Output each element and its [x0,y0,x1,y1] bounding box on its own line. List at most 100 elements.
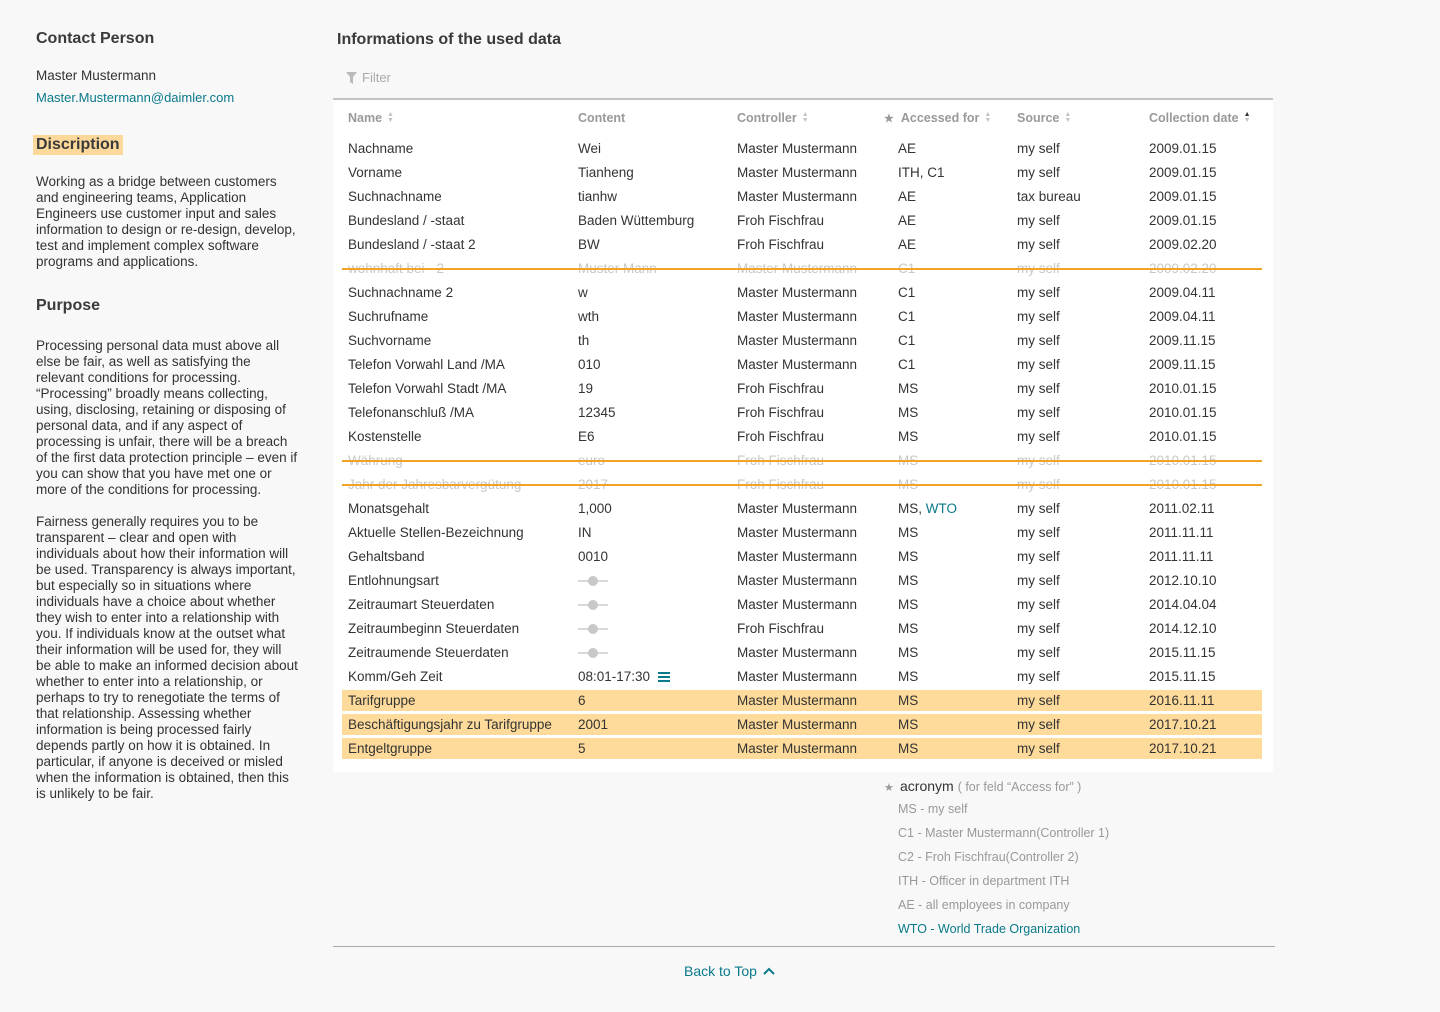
cell-content-text: 08:01-17:30 [578,669,651,684]
table-row[interactable]: Zeitraumende Steuerdaten Master Musterman… [333,641,1273,665]
column-header-source[interactable]: Source ▲ ▼ [1017,111,1071,125]
acronym-link[interactable]: WTO [926,501,957,516]
cell-content: 6 [578,693,586,708]
cell-collection-date: 2011.11.11 [1149,549,1214,564]
cell-name: Monatsgehalt [348,501,430,516]
cell-content [578,645,608,660]
cell-content-text: Wei [578,141,602,156]
table-row[interactable]: Bundesland / -staat Baden Wüttemburg Froh … [333,209,1273,233]
cell-collection-date: 2010.01.15 [1149,453,1217,468]
column-header-collection-date[interactable]: Collection date ▲ ▼ [1149,111,1251,125]
column-header-controller[interactable]: Controller ▲ ▼ [737,111,809,125]
cell-accessed-for: AE [898,237,916,252]
cell-content-text: Muster Mann [578,261,657,276]
cell-accessed-for: C1 [898,309,915,324]
table-row[interactable]: Nachname Wei Master Mustermann AE my self 200… [333,137,1273,161]
cell-collection-date: 2009.01.15 [1149,141,1217,156]
table-row[interactable]: Aktuelle Stellen-Bezeichnung IN Master Mus… [333,521,1273,545]
table-row[interactable]: Telefon Vorwahl Land /MA 010 Master Muster… [333,353,1273,377]
column-header-content: Content [578,111,625,125]
cell-content: Baden Wüttemburg [578,213,694,228]
table-row[interactable]: Telefon Vorwahl Stadt /MA 19 Froh Fischfra… [333,377,1273,401]
cell-content-text: 6 [578,693,586,708]
cell-collection-date: 2011.11.11 [1149,525,1214,540]
cell-content: th [578,333,589,348]
cell-accessed-for: MS [898,621,918,636]
cell-source: my self [1017,309,1060,324]
cell-content-text: Tianheng [578,165,634,180]
table-row[interactable]: Entlohnungsart Master Mustermann MS my self… [333,569,1273,593]
table-row-deleted[interactable]: Währung euro Froh Fischfrau MS my self 2010.0… [333,449,1273,473]
table-row[interactable]: Suchvorname th Master Mustermann C1 my self 2… [333,329,1273,353]
cell-name: Jahr der Jahresbarvergütung [348,477,522,492]
table-row[interactable]: Suchnachname 2 w Master Mustermann C1 my sel… [333,281,1273,305]
legend-item-link[interactable]: WTO - World Trade Organization [898,922,1109,938]
cell-collection-date: 2014.12.10 [1149,621,1217,636]
divider [333,946,1275,947]
cell-controller: Froh Fischfrau [737,237,825,252]
cell-source: my self [1017,357,1060,372]
cell-accessed-text: C1 [898,309,916,324]
table-row[interactable]: Suchnachname tianhw Master Mustermann AE tax… [333,185,1273,209]
list-icon[interactable] [658,672,671,683]
table-row-deleted[interactable]: Jahr der Jahresbarvergütung 2017 Froh Fisc… [333,473,1273,497]
cell-accessed-for: C1 [898,285,915,300]
column-header-accessed-for[interactable]: ★ Accessed for ▲ ▼ [884,111,991,125]
table-row[interactable]: Komm/Geh Zeit 08:01-17:30 Master Musterman… [333,665,1273,689]
cell-accessed-for: MS [898,717,918,732]
cell-accessed-text: C1 [898,357,916,372]
cell-name: Währung [348,453,403,468]
table-row-highlighted[interactable]: Beschäftigungsjahr zu Tarifgruppe 2001 Mas… [333,713,1273,737]
cell-accessed-for: MS [898,429,918,444]
cell-accessed-text: C1 [898,261,916,276]
table-row[interactable]: Vorname Tianheng Master Mustermann ITH, C1 m… [333,161,1273,185]
table-header: Name ▲ ▼ Content Controller ▲ ▼ ★ Accessed… [333,111,1273,131]
cell-content: Tianheng [578,165,634,180]
column-header-name[interactable]: Name ▲ ▼ [348,111,394,125]
cell-source: my self [1017,429,1060,444]
cell-accessed-for: AE [898,213,916,228]
cell-collection-date: 2009.11.15 [1149,357,1216,372]
table-row[interactable]: Gehaltsband 0010 Master Mustermann MS my sel… [333,545,1273,569]
contact-email-link[interactable]: Master.Mustermann@daimler.com [36,90,298,105]
toggle-slider[interactable] [578,574,608,588]
filter-input[interactable]: Filter [346,70,391,85]
toggle-slider[interactable] [578,622,608,636]
cell-name: Entlohnungsart [348,573,439,588]
column-label: Collection date [1149,111,1239,125]
table-row-highlighted[interactable]: Entgeltgruppe 5 Master Mustermann MS my self… [333,737,1273,761]
cell-name: Komm/Geh Zeit [348,669,443,684]
table-row[interactable]: Zeitraumart Steuerdaten Master Mustermann… [333,593,1273,617]
cell-accessed-text: MS [898,621,919,636]
purpose-paragraph-1: Processing personal data must above all … [36,338,298,497]
table-row[interactable]: Suchrufname wth Master Mustermann C1 my self… [333,305,1273,329]
cell-source: my self [1017,261,1060,276]
table-row[interactable]: Telefonanschluß /MA 12345 Froh Fischfrau MS… [333,401,1273,425]
back-to-top-link[interactable]: Back to Top [684,963,775,979]
cell-content: 010 [578,357,601,372]
table-row-deleted[interactable]: wohnhaft bei - 2 Muster Mann Master Muster… [333,257,1273,281]
table-row[interactable]: Kostenstelle E6 Froh Fischfrau MS my self 201… [333,425,1273,449]
table-row[interactable]: Monatsgehalt 1,000 Master Mustermann MS, WT… [333,497,1273,521]
cell-accessed-for: MS [898,381,918,396]
cell-source: my self [1017,237,1060,252]
left-sidebar: Contact Person Master Mustermann Master.… [33,30,298,802]
cell-content: Wei [578,141,601,156]
contact-heading: Contact Person [36,30,155,47]
toggle-slider[interactable] [578,598,608,612]
cell-accessed-for: MS [898,573,918,588]
cell-source: my self [1017,645,1060,660]
table-row[interactable]: Zeitraumbeginn Steuerdaten Froh Fischfrau… [333,617,1273,641]
table-row-highlighted[interactable]: Tarifgruppe 6 Master Mustermann MS my self 20… [333,689,1273,713]
table-row[interactable]: Bundesland / -staat 2 BW Froh Fischfrau AE m… [333,233,1273,257]
cell-content-text: wth [578,309,600,324]
cell-content: 5 [578,741,586,756]
cell-collection-date: 2009.11.15 [1149,333,1216,348]
cell-accessed-text: MS [898,405,919,420]
data-table: Name ▲ ▼ Content Controller ▲ ▼ ★ Accessed… [333,98,1273,772]
cell-name: Kostenstelle [348,429,422,444]
cell-name: Zeitraumende Steuerdaten [348,645,509,660]
cell-name: Bundesland / -staat [348,213,465,228]
toggle-slider[interactable] [578,646,608,660]
column-label: Content [578,111,626,125]
